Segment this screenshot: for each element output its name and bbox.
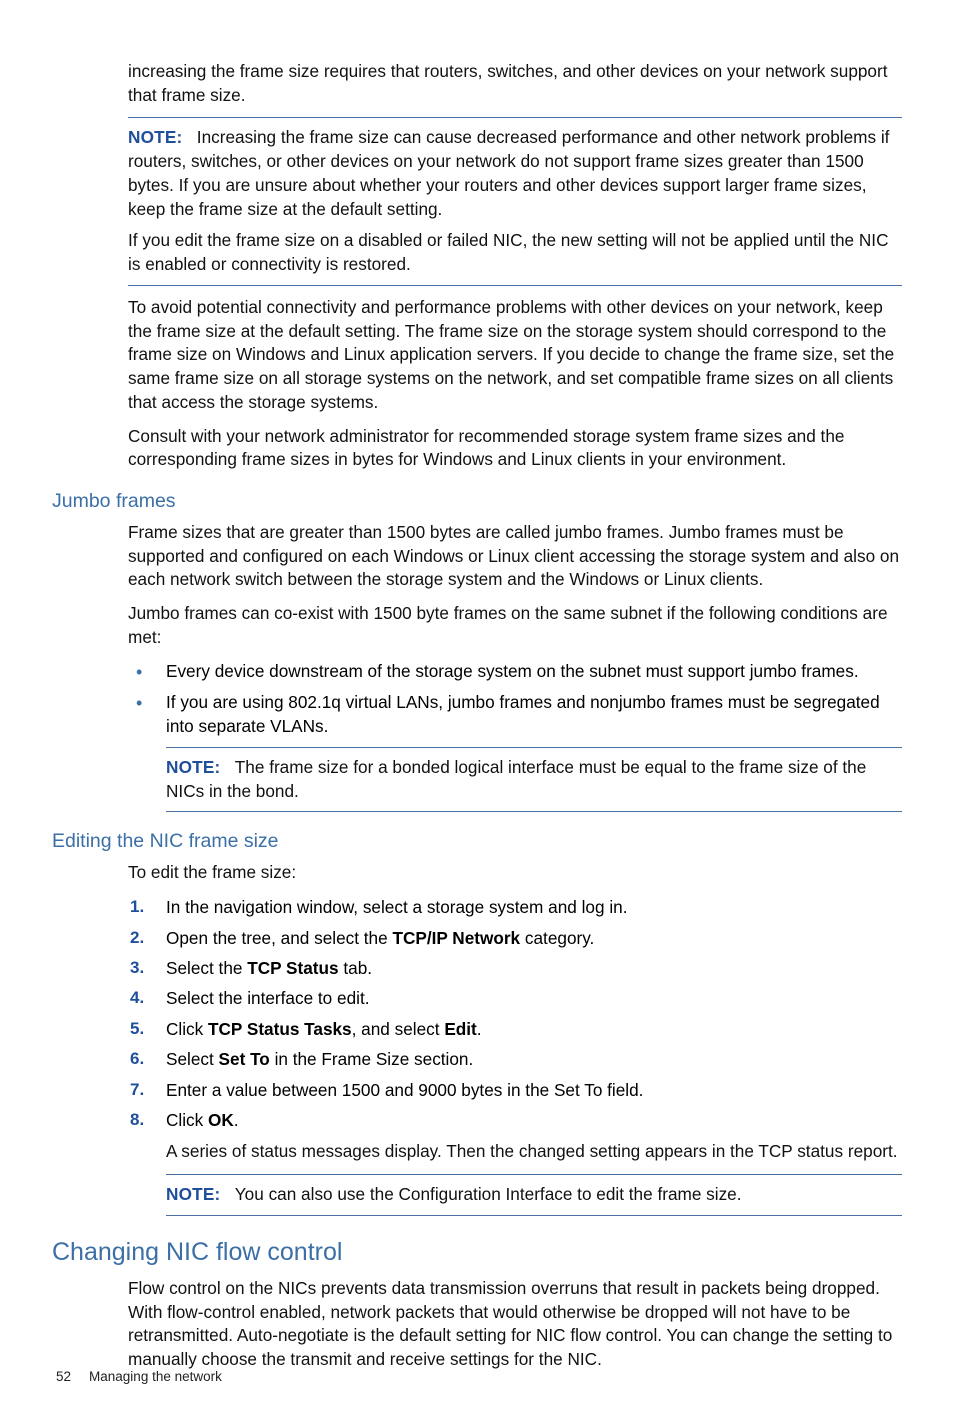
note-text-2: If you edit the frame size on a disabled… bbox=[128, 229, 902, 276]
heading-flow-control: Changing NIC flow control bbox=[52, 1238, 902, 1267]
page-number: 52 bbox=[56, 1369, 71, 1384]
intro-block: increasing the frame size requires that … bbox=[128, 60, 902, 472]
step-2: Open the tree, and select the TCP/IP Net… bbox=[128, 926, 902, 950]
note-label: NOTE: bbox=[166, 757, 220, 777]
paragraph-avoid: To avoid potential connectivity and perf… bbox=[128, 296, 902, 415]
note-config-text: NOTE: You can also use the Configuration… bbox=[166, 1183, 902, 1207]
note-body-1: Increasing the frame size can cause decr… bbox=[128, 127, 889, 218]
note-bonded: NOTE: The frame size for a bonded logica… bbox=[166, 747, 902, 812]
flow-block: Flow control on the NICs prevents data t… bbox=[128, 1277, 902, 1372]
page: increasing the frame size requires that … bbox=[0, 0, 954, 1422]
step-8: Click OK. bbox=[128, 1108, 902, 1132]
edit-block: To edit the frame size: In the navigatio… bbox=[128, 861, 902, 1216]
edit-after: A series of status messages display. The… bbox=[166, 1140, 902, 1164]
intro-paragraph: increasing the frame size requires that … bbox=[128, 60, 902, 107]
step-5: Click TCP Status Tasks, and select Edit. bbox=[128, 1017, 902, 1041]
note-bonded-text: NOTE: The frame size for a bonded logica… bbox=[166, 756, 902, 803]
note-frame-size: NOTE: Increasing the frame size can caus… bbox=[128, 117, 902, 285]
step-3: Select the TCP Status tab. bbox=[128, 956, 902, 980]
page-footer: 52 Managing the network bbox=[56, 1369, 222, 1384]
flow-p1: Flow control on the NICs prevents data t… bbox=[128, 1277, 902, 1372]
jumbo-p1: Frame sizes that are greater than 1500 b… bbox=[128, 521, 902, 592]
heading-jumbo-frames: Jumbo frames bbox=[52, 490, 902, 513]
bullet-1: Every device downstream of the storage s… bbox=[128, 660, 902, 684]
note-text-1: NOTE: Increasing the frame size can caus… bbox=[128, 126, 902, 221]
note-bonded-body: The frame size for a bonded logical inte… bbox=[166, 757, 866, 801]
edit-lead: To edit the frame size: bbox=[128, 861, 902, 885]
jumbo-p2: Jumbo frames can co-exist with 1500 byte… bbox=[128, 602, 902, 649]
step-4: Select the interface to edit. bbox=[128, 986, 902, 1010]
paragraph-consult: Consult with your network administrator … bbox=[128, 425, 902, 472]
footer-title: Managing the network bbox=[89, 1369, 222, 1384]
edit-steps: In the navigation window, select a stora… bbox=[128, 895, 902, 1132]
step-7: Enter a value between 1500 and 9000 byte… bbox=[128, 1078, 902, 1102]
bullet-2: If you are using 802.1q virtual LANs, ju… bbox=[128, 691, 902, 738]
heading-editing-nic: Editing the NIC frame size bbox=[52, 830, 902, 853]
step-1: In the navigation window, select a stora… bbox=[128, 895, 902, 919]
note-config-body: You can also use the Configuration Inter… bbox=[235, 1184, 742, 1204]
jumbo-block: Frame sizes that are greater than 1500 b… bbox=[128, 521, 902, 812]
note-label: NOTE: bbox=[128, 127, 182, 147]
note-label: NOTE: bbox=[166, 1184, 220, 1204]
note-config-interface: NOTE: You can also use the Configuration… bbox=[166, 1174, 902, 1216]
jumbo-bullets: Every device downstream of the storage s… bbox=[128, 660, 902, 739]
step-6: Select Set To in the Frame Size section. bbox=[128, 1047, 902, 1071]
